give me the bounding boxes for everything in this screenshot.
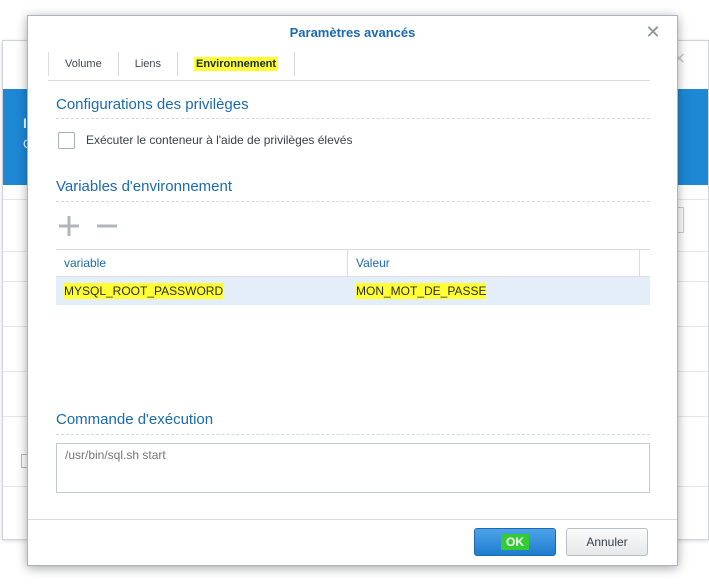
- table-row[interactable]: MYSQL_ROOT_PASSWORD MON_MOT_DE_PASSE: [56, 277, 650, 305]
- ok-button-label: OK: [501, 534, 529, 550]
- command-section-title: Commande d'exécution: [56, 411, 214, 428]
- tab-environnement-label: Environnement: [194, 57, 279, 71]
- advanced-settings-dialog: Paramètres avancés ✕ Volume Liens Enviro…: [27, 15, 678, 566]
- column-header-spacer: [640, 250, 650, 276]
- privileges-section-title: Configurations des privilèges: [56, 96, 249, 113]
- footer-divider: [28, 519, 677, 520]
- env-variables-table: variable Valeur MYSQL_ROOT_PASSWORD MON_…: [56, 249, 650, 409]
- variable-value: MON_MOT_DE_PASSE: [356, 283, 487, 299]
- env-section-title: Variables d'environnement: [56, 178, 233, 195]
- tabs-divider: [48, 80, 650, 81]
- privileged-checkbox-label: Exécuter le conteneur à l'aide de privil…: [86, 133, 353, 147]
- section-divider: [56, 201, 650, 202]
- dialog-title: Paramètres avancés: [289, 25, 416, 40]
- add-icon[interactable]: [58, 215, 80, 237]
- variable-name: MYSQL_ROOT_PASSWORD: [64, 283, 224, 299]
- ok-button[interactable]: OK: [474, 528, 556, 556]
- privileged-checkbox[interactable]: [58, 132, 75, 149]
- close-icon[interactable]: ✕: [645, 23, 661, 41]
- section-divider: [56, 434, 650, 435]
- column-header-variable[interactable]: variable: [56, 250, 348, 276]
- tab-volume[interactable]: Volume: [48, 52, 119, 76]
- tab-liens[interactable]: Liens: [119, 52, 178, 76]
- tab-environnement[interactable]: Environnement: [178, 52, 296, 76]
- column-header-valeur[interactable]: Valeur: [348, 250, 640, 276]
- table-cell-variable: MYSQL_ROOT_PASSWORD: [56, 277, 348, 305]
- cancel-button[interactable]: Annuler: [566, 528, 648, 556]
- tab-bar: Volume Liens Environnement: [48, 50, 296, 80]
- command-input[interactable]: [56, 443, 650, 493]
- table-header: variable Valeur: [56, 249, 650, 277]
- table-cell-value: MON_MOT_DE_PASSE: [348, 277, 640, 305]
- remove-icon[interactable]: [96, 215, 118, 237]
- section-divider: [56, 118, 650, 119]
